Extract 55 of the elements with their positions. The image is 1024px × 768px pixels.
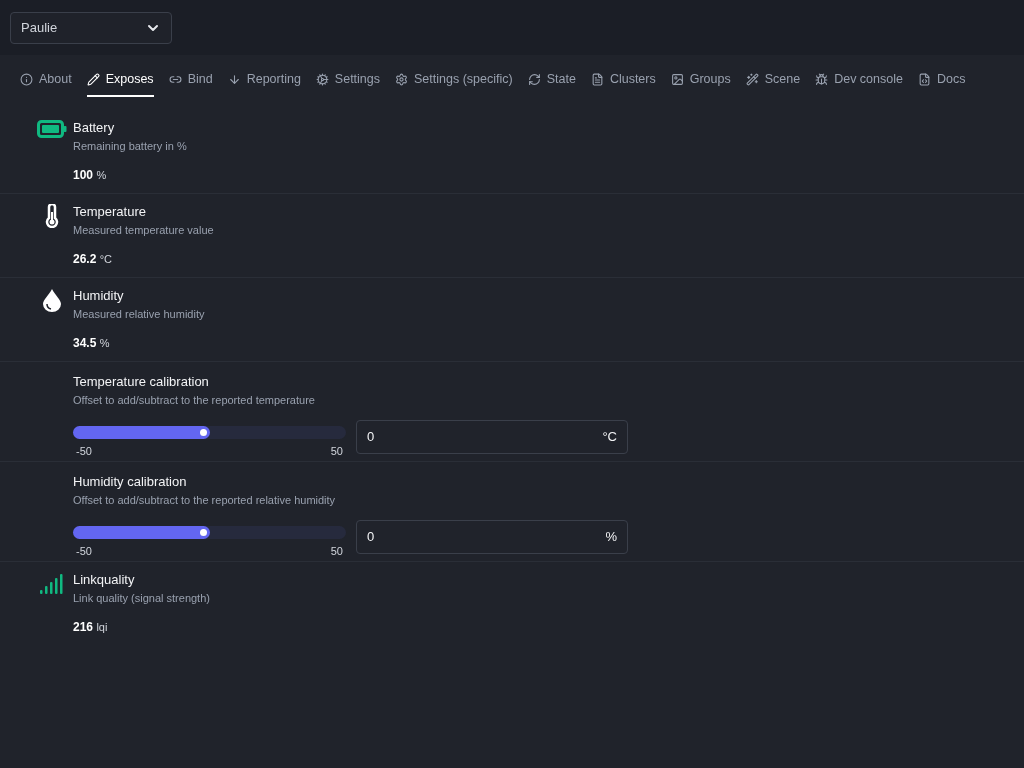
- expose-title: Humidity: [73, 287, 125, 305]
- thermometer-icon: [43, 204, 60, 228]
- tab[interactable]: Reporting: [227, 63, 301, 97]
- expose-description: Link quality (signal strength): [73, 591, 210, 606]
- refresh-icon: [527, 72, 541, 86]
- info-icon: [20, 72, 33, 86]
- slider-min-label: -50: [76, 444, 92, 459]
- pencil-icon: [86, 72, 100, 86]
- signal-icon: [39, 572, 64, 594]
- expose-title: Battery: [73, 119, 116, 137]
- slider-track[interactable]: [73, 526, 346, 539]
- expose-description: Measured relative humidity: [73, 307, 205, 322]
- bug-icon: [815, 72, 829, 86]
- expose-value: 216 lqi: [73, 619, 109, 636]
- value-input-field[interactable]: 0 °C: [356, 420, 628, 454]
- wand-icon: [745, 72, 759, 86]
- tab[interactable]: Dev console: [815, 63, 903, 97]
- expose-value: 34.5 %: [73, 335, 111, 352]
- slider-thumb[interactable]: [199, 529, 207, 536]
- tab[interactable]: Scene: [745, 63, 801, 97]
- arrow-down-icon: [227, 72, 241, 86]
- expose-description: Offset to add/subtract to the reported relative humidity: [73, 493, 337, 508]
- unit-label: °C: [602, 428, 617, 447]
- unit-label: %: [605, 528, 617, 547]
- tab[interactable]: State: [527, 63, 576, 97]
- tab[interactable]: Exposes: [86, 63, 154, 97]
- expose-title: Humidity calibration: [73, 473, 188, 491]
- slider-min-label: -50: [76, 544, 92, 559]
- droplet-icon: [41, 288, 62, 312]
- expose-description: Remaining battery in %: [73, 139, 187, 154]
- expose-title: Temperature calibration: [73, 373, 210, 391]
- slider-max-label: 50: [330, 444, 343, 459]
- value-input-field[interactable]: 0 %: [356, 520, 628, 554]
- tab[interactable]: Settings: [315, 63, 381, 97]
- tab[interactable]: Settings (specific): [395, 63, 513, 97]
- tab[interactable]: Bind: [168, 63, 213, 97]
- tab[interactable]: Docs: [917, 63, 966, 97]
- expose-description: Offset to add/subtract to the reported temperature: [73, 393, 316, 408]
- slider-thumb[interactable]: [199, 429, 207, 436]
- expose-description: Measured temperature value: [73, 223, 214, 238]
- tab[interactable]: About: [20, 63, 72, 97]
- slider-track[interactable]: [73, 426, 346, 439]
- slider-max-label: 50: [330, 544, 343, 559]
- expose-title: Temperature: [73, 203, 147, 221]
- document-icon: [590, 72, 604, 86]
- battery-icon: [36, 120, 67, 138]
- settings-icon: [395, 72, 409, 86]
- expose-title: Linkquality: [73, 571, 136, 589]
- expose-value: 26.2 °C: [73, 251, 114, 268]
- tab[interactable]: Groups: [670, 63, 731, 97]
- expose-value: 100 %: [73, 167, 108, 184]
- file-icon: [917, 72, 931, 86]
- tab[interactable]: Clusters: [590, 63, 656, 97]
- image-icon: [670, 72, 684, 86]
- device-select[interactable]: Paulie: [10, 12, 172, 44]
